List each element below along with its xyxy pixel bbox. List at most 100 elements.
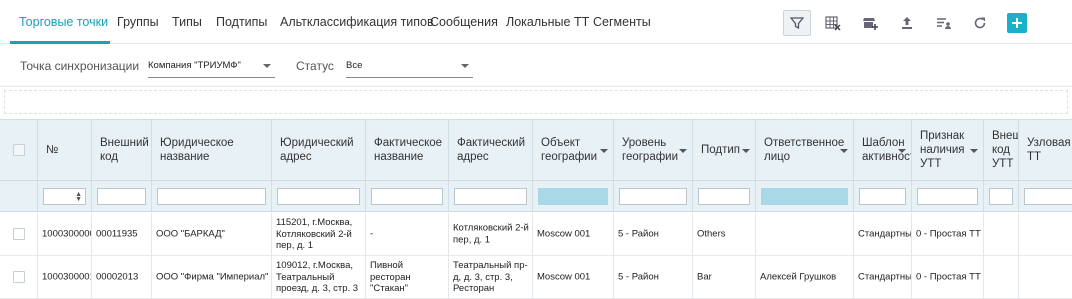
column-header[interactable]: Фактическое название <box>366 120 449 180</box>
chevron-down-icon[interactable] <box>600 149 608 153</box>
column-header[interactable]: Ответственное лицо <box>756 120 854 180</box>
filter-cell <box>984 181 1019 211</box>
column-header[interactable]: Узловая ТТ <box>1019 120 1072 180</box>
column-header[interactable]: Подтип <box>693 120 756 180</box>
chevron-down-icon[interactable] <box>679 149 687 153</box>
sync-point-value: Компания "ТРИУМФ" <box>148 60 241 71</box>
filter-cell <box>614 181 693 211</box>
sync-point-label: Точка синхронизации <box>20 59 140 73</box>
filter-icon[interactable] <box>783 10 811 36</box>
table-row[interactable]: 1000300001 00002013 ООО "Фирма "Империал" 1… <box>0 256 1072 299</box>
filter-cell <box>366 181 449 211</box>
status-select[interactable]: Все <box>346 56 473 78</box>
table-cell: 109012, г.Москва, Театральный проезд, д.… <box>272 256 366 298</box>
chevron-down-icon[interactable] <box>970 149 978 153</box>
column-header[interactable]: Внешний код УТТ <box>984 120 1019 180</box>
tab-torgovye-tochki[interactable]: Торговые точки <box>19 15 108 29</box>
chevron-down-icon[interactable] <box>840 149 848 153</box>
table-cell: 115201, г.Москва, Котляковский 2-й пер, … <box>272 213 366 255</box>
refresh-icon[interactable] <box>966 10 994 36</box>
chevron-down-icon[interactable] <box>742 149 750 153</box>
chevron-down-icon[interactable] <box>898 149 906 153</box>
table-cell: Others <box>693 213 756 255</box>
table-cell: 1000300001 <box>38 256 92 298</box>
tab-local-tt[interactable]: Локальные ТТ <box>506 15 589 29</box>
upload-icon[interactable] <box>893 10 921 36</box>
cell-value: 5 - Район <box>618 228 659 240</box>
table-cell: - <box>366 213 449 255</box>
column-filter-input[interactable] <box>761 188 848 205</box>
filter-cell <box>756 181 854 211</box>
column-filter-input[interactable] <box>917 188 978 205</box>
column-header[interactable]: Объект географии <box>533 120 614 180</box>
column-filter-input[interactable] <box>698 188 750 205</box>
tab-groups[interactable]: Группы <box>117 15 159 29</box>
add-store-icon[interactable] <box>856 10 884 36</box>
column-header-label: Уровень географии <box>622 137 679 163</box>
filter-cell <box>449 181 533 211</box>
column-header[interactable]: № <box>38 120 92 180</box>
active-tab-indicator <box>10 41 110 44</box>
table-cell <box>984 213 1019 255</box>
column-filter-input[interactable] <box>371 188 443 205</box>
column-header-label: Юридическое название <box>160 137 234 163</box>
cell-value: 109012, г.Москва, Театральный проезд, д.… <box>276 259 359 294</box>
column-filter-input[interactable]: ▲ ▼ <box>43 188 86 205</box>
column-header-label: Объект географии <box>541 137 598 163</box>
table-cell <box>1019 213 1072 255</box>
cell-value: 00011935 <box>96 228 138 240</box>
column-header-label: Подтип <box>701 144 741 156</box>
column-filter-input[interactable] <box>454 188 527 205</box>
sync-point-select[interactable]: Компания "ТРИУМФ" <box>148 56 275 78</box>
select-all-cell <box>0 120 38 180</box>
column-header[interactable]: Шаблон активности <box>854 120 912 180</box>
tab-subtypes[interactable]: Подтипы <box>216 15 267 29</box>
column-filter-input[interactable] <box>97 188 146 205</box>
table-cell <box>756 213 854 255</box>
tab-messages[interactable]: Сообщения <box>430 15 498 29</box>
row-select-cell <box>0 213 38 255</box>
table-header: № Внешний код Юридическое название Юридичес… <box>0 119 1072 181</box>
column-header-label: Признак наличия УТТ <box>920 130 965 170</box>
table-cell: Пивной ресторан "Стакан" <box>366 256 449 298</box>
column-header[interactable]: Юридическое название <box>152 120 272 180</box>
column-filter-input[interactable] <box>989 188 1013 205</box>
group-drop-zone[interactable] <box>4 90 1068 114</box>
filter-bar: Точка синхронизации Компания "ТРИУМФ" Ст… <box>0 45 1072 87</box>
filter-cell: ▲ ▼ <box>38 181 92 211</box>
table-cell: 00002013 <box>92 256 152 298</box>
clear-filter-icon[interactable] <box>819 10 847 36</box>
spinner-icon[interactable]: ▲ ▼ <box>75 191 82 203</box>
table-cell: Котляковский 2-й пер, д. 1 <box>449 213 533 255</box>
plus-icon[interactable] <box>1007 13 1027 33</box>
table-row[interactable]: 1000300000 00011935 ООО "БАРКАД" 115201, г.… <box>0 213 1072 256</box>
tab-types[interactable]: Типы <box>172 15 202 29</box>
table-cell: Алексей Грушков <box>756 256 854 298</box>
column-header[interactable]: Уровень географии <box>614 120 693 180</box>
column-filter-input[interactable] <box>1024 188 1072 205</box>
column-header[interactable]: Юридический адрес <box>272 120 366 180</box>
cell-value: 0 - Простая ТТ <box>916 228 981 240</box>
column-filter-input[interactable] <box>859 188 906 205</box>
row-checkbox[interactable] <box>13 228 25 240</box>
column-filter-input[interactable] <box>157 188 266 205</box>
sort-user-icon[interactable] <box>930 10 958 36</box>
tab-bar: Торговые точки Группы Типы Подтипы Альтк… <box>0 0 1072 44</box>
column-header[interactable]: Фактический адрес <box>449 120 533 180</box>
column-header[interactable]: Признак наличия УТТ <box>912 120 984 180</box>
column-filter-input[interactable] <box>277 188 360 205</box>
chevron-down-icon <box>263 64 271 68</box>
select-all-checkbox[interactable] <box>13 144 25 156</box>
table-cell: ООО "БАРКАД" <box>152 213 272 255</box>
filter-cell <box>92 181 152 211</box>
row-checkbox[interactable] <box>13 271 25 283</box>
column-filter-input[interactable] <box>619 188 687 205</box>
tab-segments[interactable]: Сегменты <box>593 15 651 29</box>
column-header[interactable]: Внешний код <box>92 120 152 180</box>
cell-value: 1000300001 <box>42 271 92 283</box>
tab-alt-classification[interactable]: Альтклассификация типов <box>280 15 434 29</box>
cell-value: 00002013 <box>96 271 139 283</box>
column-filter-input[interactable] <box>538 188 608 205</box>
column-header-label: Фактическое название <box>374 137 443 163</box>
table-cell <box>984 256 1019 298</box>
